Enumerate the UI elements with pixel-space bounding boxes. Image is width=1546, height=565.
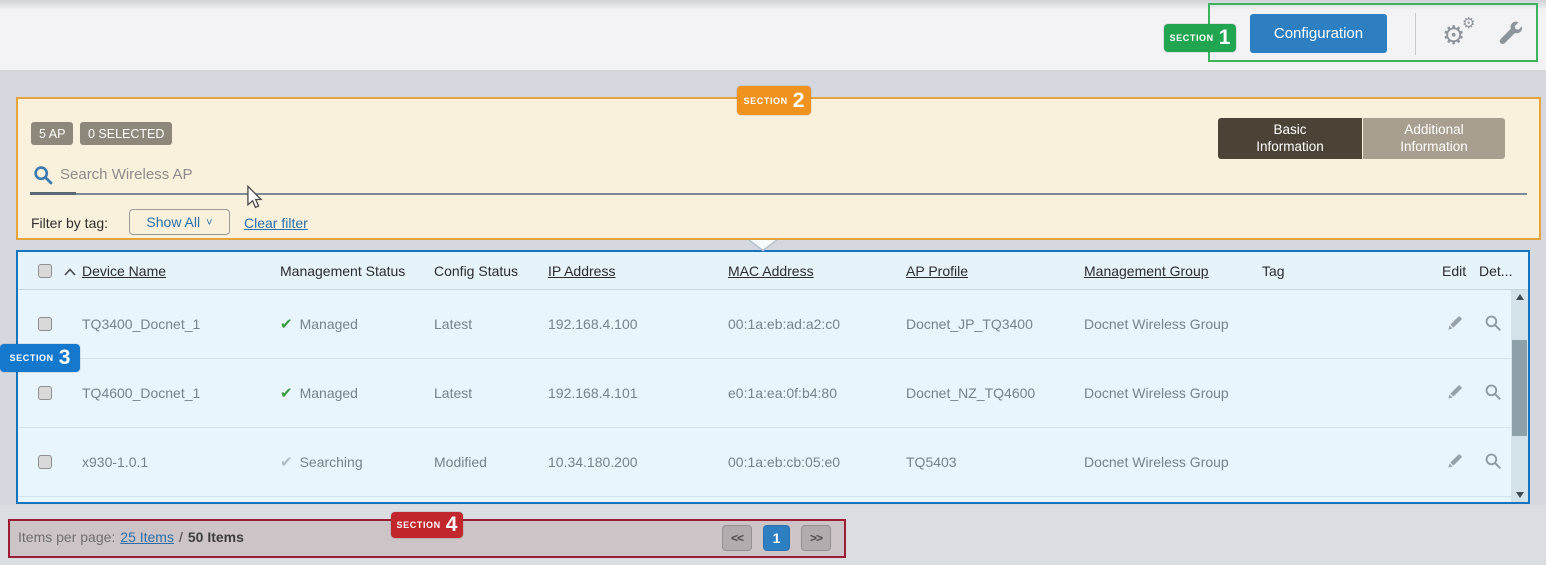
table-header-row: Device Name Management Status Config Sta… xyxy=(18,252,1528,290)
row-checkbox[interactable] xyxy=(38,455,52,469)
clear-filter-link[interactable]: Clear filter xyxy=(244,215,308,231)
row-checkbox[interactable] xyxy=(38,386,52,400)
additional-information-tab[interactable]: Additional Information xyxy=(1363,118,1505,159)
wireless-ap-filter-panel: 5 AP 0 SELECTED Filter by tag: Show All … xyxy=(16,97,1541,240)
ap-profile: Docnet_NZ_TQ4600 xyxy=(904,385,1082,401)
management-group: Docnet Wireless Group xyxy=(1082,454,1260,470)
search-underline-accent xyxy=(30,192,76,195)
header-device-name[interactable]: Device Name xyxy=(82,263,166,279)
scroll-down-arrow[interactable] xyxy=(1511,488,1528,502)
wireless-ap-configuration-page: Configuration ⚙ ⚙ SECTION 1 SECTION 2 SE… xyxy=(0,0,1546,565)
config-status: Latest xyxy=(432,316,546,332)
settings-gears-icon[interactable]: ⚙ ⚙ xyxy=(1440,14,1482,56)
edit-pencil-icon[interactable] xyxy=(1446,313,1465,335)
vertical-scrollbar[interactable] xyxy=(1511,290,1528,502)
scrollbar-thumb[interactable] xyxy=(1512,340,1527,436)
managed-check-icon: ✔ xyxy=(280,386,293,401)
table-row: x930-1.0.1 ✔ Searching Modified 10.34.18… xyxy=(18,428,1528,497)
top-toolbar: Configuration ⚙ ⚙ xyxy=(0,0,1546,70)
section-1-badge: SECTION 1 xyxy=(1164,24,1236,52)
header-management-group[interactable]: Management Group xyxy=(1084,263,1209,279)
management-group: Docnet Wireless Group xyxy=(1082,316,1260,332)
ap-profile: TQ5403 xyxy=(904,454,1082,470)
section-3-badge: SECTION 3 xyxy=(0,344,80,372)
mac-address: 00:1a:eb:ad:a2:c0 xyxy=(726,316,904,332)
header-details: Det... xyxy=(1474,263,1528,279)
tag-filter-value: Show All xyxy=(146,214,200,230)
search-wireless-ap-input[interactable] xyxy=(60,161,1460,187)
page-size-link[interactable]: 25 Items xyxy=(120,529,174,545)
basic-information-tab[interactable]: Basic Information xyxy=(1218,118,1362,159)
device-name: TQ4600_Docnet_1 xyxy=(62,385,278,401)
table-row: TQ3400_Docnet_1 ✔ Managed Latest 192.168… xyxy=(18,290,1528,359)
management-group: Docnet Wireless Group xyxy=(1082,385,1260,401)
section-4-badge: SECTION 4 xyxy=(391,512,463,538)
column-marker-chevron-down-icon xyxy=(748,239,778,257)
ip-address: 192.168.4.101 xyxy=(546,385,726,401)
total-items-label: 50 Items xyxy=(188,529,244,545)
next-page-button[interactable]: >> xyxy=(801,525,831,551)
management-status: Managed xyxy=(300,385,358,401)
header-config-status: Config Status xyxy=(432,263,546,279)
mac-address: 00:1a:eb:cb:05:e0 xyxy=(726,454,904,470)
scroll-up-arrow[interactable] xyxy=(1511,290,1528,304)
header-mac-address[interactable]: MAC Address xyxy=(728,263,814,279)
edit-pencil-icon[interactable] xyxy=(1446,382,1465,404)
header-ip-address[interactable]: IP Address xyxy=(548,263,615,279)
section-2-badge: SECTION 2 xyxy=(737,86,811,115)
previous-page-button[interactable]: << xyxy=(722,525,752,551)
ap-profile: Docnet_JP_TQ3400 xyxy=(904,316,1082,332)
device-name: x930-1.0.1 xyxy=(62,454,278,470)
edit-pencil-icon[interactable] xyxy=(1446,451,1465,473)
ap-count-badge: 5 AP xyxy=(31,122,73,145)
tools-wrench-icon[interactable] xyxy=(1498,20,1525,52)
filter-by-tag-label: Filter by tag: xyxy=(31,215,108,231)
header-ap-profile[interactable]: AP Profile xyxy=(906,263,968,279)
header-management-status: Management Status xyxy=(278,263,432,279)
ip-address: 192.168.4.100 xyxy=(546,316,726,332)
chevron-down-icon: ˅ xyxy=(206,217,212,229)
search-icon xyxy=(33,165,53,190)
tag-filter-dropdown[interactable]: Show All ˅ xyxy=(129,209,230,235)
partial-row xyxy=(18,497,1528,502)
toolbar-divider xyxy=(1415,13,1416,55)
items-separator: / xyxy=(179,529,183,545)
table-row: TQ4600_Docnet_1 ✔ Managed Latest 192.168… xyxy=(18,359,1528,428)
select-all-checkbox[interactable] xyxy=(38,264,52,278)
managed-check-icon: ✔ xyxy=(280,317,293,332)
management-status: Managed xyxy=(300,316,358,332)
selected-count-badge: 0 SELECTED xyxy=(80,122,172,145)
pagination-bar: Items per page: 25 Items / 50 Items << 1… xyxy=(0,505,1546,565)
mac-address: e0:1a:ea:0f:b4:80 xyxy=(726,385,904,401)
config-status: Latest xyxy=(432,385,546,401)
mouse-cursor-icon xyxy=(246,185,263,215)
searching-check-icon: ✔ xyxy=(280,455,293,470)
config-status: Modified xyxy=(432,454,546,470)
details-magnifier-icon[interactable] xyxy=(1484,452,1502,473)
header-tag: Tag xyxy=(1260,263,1430,279)
ip-address: 10.34.180.200 xyxy=(546,454,726,470)
header-edit: Edit xyxy=(1430,263,1474,279)
management-status: Searching xyxy=(300,454,363,470)
details-magnifier-icon[interactable] xyxy=(1484,383,1502,404)
current-page-button[interactable]: 1 xyxy=(763,525,790,551)
details-magnifier-icon[interactable] xyxy=(1484,314,1502,335)
wireless-ap-table: Device Name Management Status Config Sta… xyxy=(16,250,1530,504)
items-per-page-label: Items per page: xyxy=(18,529,115,545)
device-name: TQ3400_Docnet_1 xyxy=(62,316,278,332)
row-checkbox[interactable] xyxy=(38,317,52,331)
configuration-button[interactable]: Configuration xyxy=(1250,14,1387,53)
sort-ascending-icon xyxy=(64,263,76,279)
